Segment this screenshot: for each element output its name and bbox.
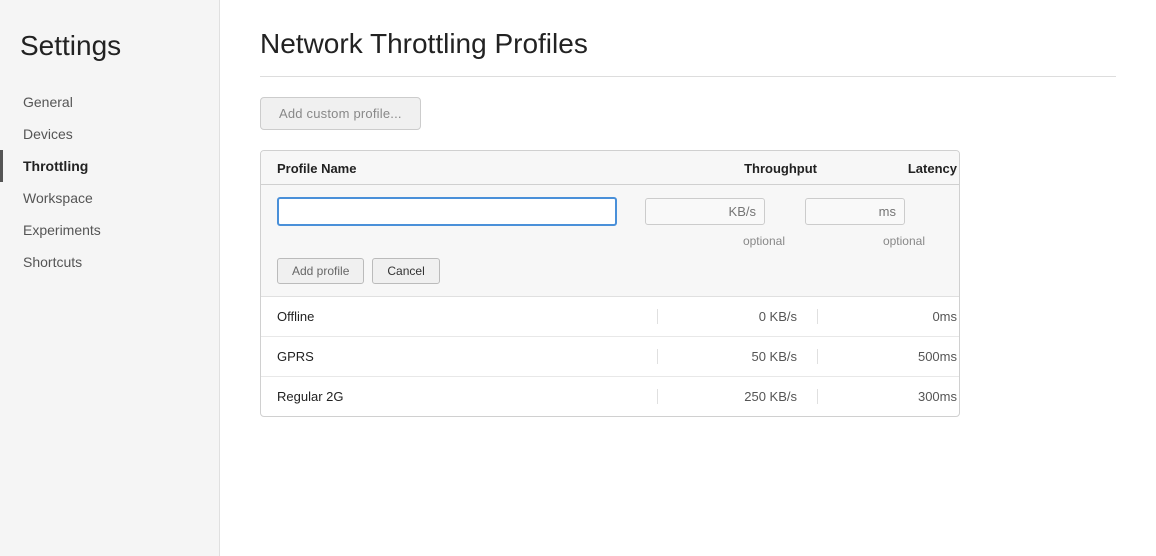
column-header-name: Profile Name	[277, 161, 657, 176]
row-latency: 300ms	[817, 389, 957, 404]
row-name: Offline	[277, 309, 657, 324]
sidebar-item-workspace[interactable]: Workspace	[0, 182, 219, 214]
add-row-inputs	[277, 197, 943, 226]
optional-labels: optional optional	[277, 234, 943, 248]
sidebar-item-experiments[interactable]: Experiments	[0, 214, 219, 246]
profiles-table: Profile Name Throughput Latency optional…	[260, 150, 960, 417]
row-name: Regular 2G	[277, 389, 657, 404]
row-throughput: 50 KB/s	[657, 349, 817, 364]
form-actions: Add profile Cancel	[277, 258, 943, 284]
column-header-throughput: Throughput	[657, 161, 817, 176]
app-layout: Settings General Devices Throttling Work…	[0, 0, 1156, 556]
sidebar-item-shortcuts[interactable]: Shortcuts	[0, 246, 219, 278]
table-row: GPRS 50 KB/s 500ms	[261, 337, 959, 377]
sidebar-item-general[interactable]: General	[0, 86, 219, 118]
throughput-optional-label: optional	[625, 234, 785, 248]
add-profile-form: optional optional Add profile Cancel	[261, 185, 959, 297]
cancel-button[interactable]: Cancel	[372, 258, 439, 284]
row-latency: 500ms	[817, 349, 957, 364]
table-row: Regular 2G 250 KB/s 300ms	[261, 377, 959, 416]
add-profile-submit-button[interactable]: Add profile	[277, 258, 364, 284]
row-latency: 0ms	[817, 309, 957, 324]
sidebar-item-devices[interactable]: Devices	[0, 118, 219, 150]
table-row: Offline 0 KB/s 0ms	[261, 297, 959, 337]
row-name: GPRS	[277, 349, 657, 364]
sidebar-title: Settings	[0, 30, 219, 86]
page-title: Network Throttling Profiles	[260, 28, 1116, 60]
row-throughput: 0 KB/s	[657, 309, 817, 324]
add-custom-profile-button[interactable]: Add custom profile...	[260, 97, 421, 130]
latency-input[interactable]	[805, 198, 905, 225]
throughput-input[interactable]	[645, 198, 765, 225]
latency-optional-label: optional	[785, 234, 925, 248]
profile-name-input[interactable]	[277, 197, 617, 226]
divider	[260, 76, 1116, 77]
table-header: Profile Name Throughput Latency	[261, 151, 959, 185]
column-header-latency: Latency	[817, 161, 957, 176]
sidebar-item-throttling[interactable]: Throttling	[0, 150, 219, 182]
row-throughput: 250 KB/s	[657, 389, 817, 404]
main-content: Network Throttling Profiles Add custom p…	[220, 0, 1156, 556]
sidebar: Settings General Devices Throttling Work…	[0, 0, 220, 556]
